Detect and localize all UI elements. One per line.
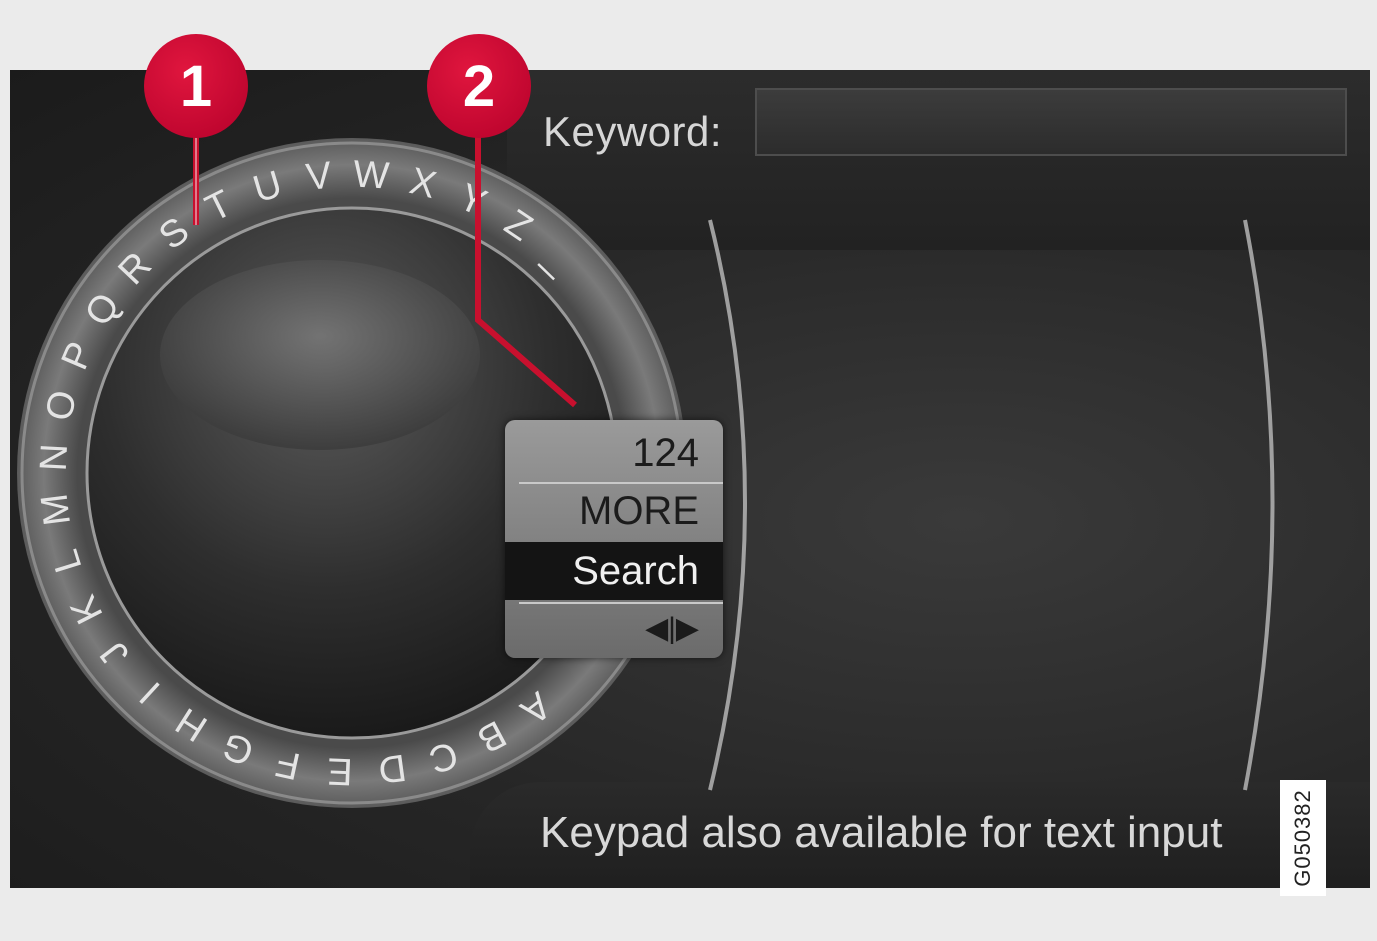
wheel-gloss: [160, 260, 480, 450]
option-124[interactable]: 124: [505, 424, 723, 482]
keypad-hint: Keypad also available for text input: [540, 808, 1223, 857]
wheel-letter-m[interactable]: M: [34, 491, 80, 528]
option-search[interactable]: Search: [505, 542, 723, 600]
infotainment-screen: A B C D E F G H I J K L M N O P Q R S T U V W X Y Z _ Keyword: 124…: [10, 70, 1370, 888]
option-more[interactable]: MORE: [505, 482, 723, 540]
cursor-arrows[interactable]: ◀|▶: [505, 600, 723, 658]
options-popup: 124 MORE Search ◀|▶: [505, 420, 723, 658]
wheel-letter-e[interactable]: E: [326, 749, 353, 792]
right-scroll-arc: [1243, 219, 1275, 791]
wheel-letter-d[interactable]: D: [376, 746, 409, 791]
callout-2-badge: 2: [427, 34, 531, 138]
figure-code: G050382: [1280, 780, 1326, 896]
keyword-label: Keyword:: [543, 108, 723, 155]
wheel-letter-v[interactable]: V: [304, 154, 335, 199]
wheel-letter-n[interactable]: N: [33, 443, 76, 473]
figure-code-text: G050382: [1290, 789, 1315, 887]
keyword-input[interactable]: [755, 88, 1347, 156]
wheel-letter-w[interactable]: W: [352, 153, 391, 197]
callout-1-badge: 1: [144, 34, 248, 138]
figure-frame: A B C D E F G H I J K L M N O P Q R S T U V W X Y Z _ Keyword: 124…: [0, 0, 1377, 941]
